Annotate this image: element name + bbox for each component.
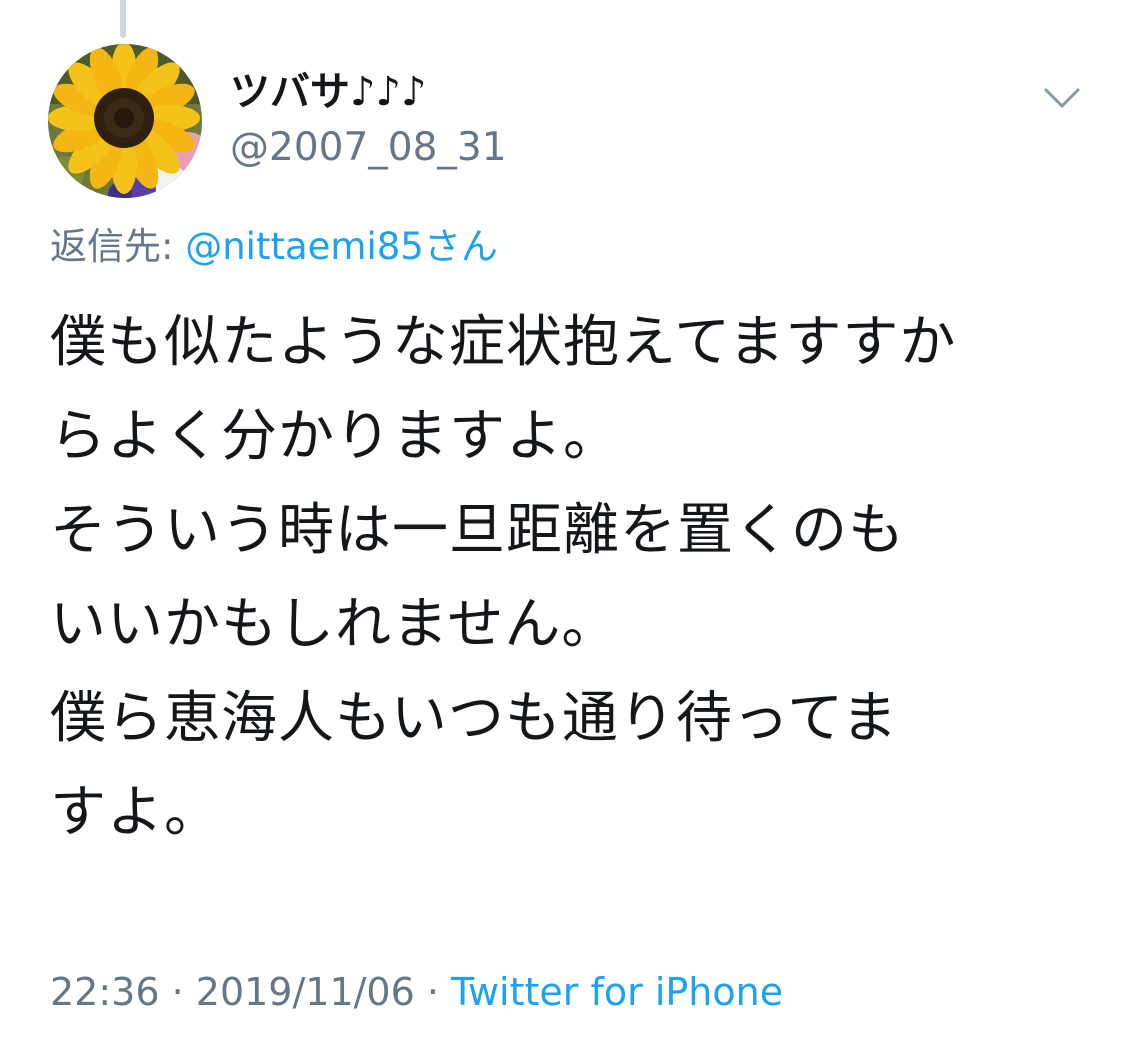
tweet-text-line: そういう時は一旦距離を置くのも [50, 498, 905, 563]
tweet-source-link[interactable]: Twitter for iPhone [451, 970, 783, 1014]
meta-separator: · [414, 970, 452, 1014]
tweet-time: 22:36 [50, 970, 160, 1014]
author-display-name[interactable]: ツバサ♪♪♪ [230, 68, 427, 116]
tweet-text-line: すよ。 [50, 780, 221, 845]
tweet-date: 2019/11/06 [195, 970, 415, 1014]
reply-mention-link[interactable]: @nittaemi85さん [185, 225, 498, 268]
tweet-menu-button[interactable] [1040, 80, 1084, 116]
chevron-down-icon [1044, 88, 1080, 108]
reply-context: 返信先: @nittaemi85さん [50, 222, 498, 272]
tweet-text-line: らよく分かりますよ。 [50, 404, 620, 469]
avatar[interactable] [48, 44, 202, 198]
author-handle[interactable]: @2007_08_31 [230, 124, 507, 172]
tweet-text-line: 僕も似たような症状抱えてますすか [50, 310, 957, 375]
sunflower-icon [48, 44, 202, 198]
reply-label: 返信先: [50, 225, 186, 268]
tweet-text-line: いいかもしれません。 [50, 592, 619, 657]
tweet-metadata: 22:36 · 2019/11/06 · Twitter for iPhone [50, 965, 783, 1019]
tweet-text-line: 僕ら恵海人もいつも通り待ってま [50, 686, 899, 751]
meta-separator: · [159, 970, 196, 1014]
thread-connector-line [120, 0, 126, 38]
tweet-text: 僕も似たような症状抱えてますすか らよく分かりますよ。 そういう時は一旦距離を置… [50, 296, 1070, 860]
